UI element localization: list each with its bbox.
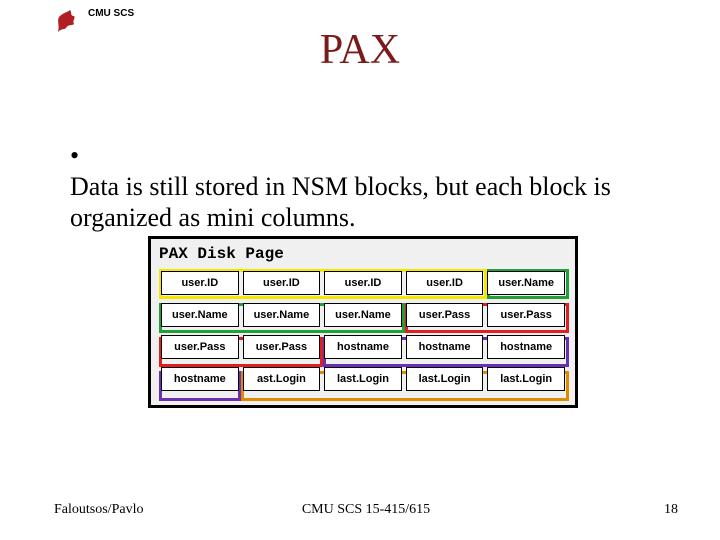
footer-center: CMU SCS 15-415/615 xyxy=(54,502,678,518)
bullet-item: • Data is still stored in NSM blocks, bu… xyxy=(70,140,660,234)
table-cell: user.Name xyxy=(161,303,239,327)
table-cell: hostname xyxy=(487,335,565,359)
table-cell: last.Login xyxy=(406,367,484,391)
table-cell: last.Login xyxy=(324,367,402,391)
table-cell: user.Pass xyxy=(161,335,239,359)
table-cell: user.ID xyxy=(406,271,484,295)
table-cell: user.Name xyxy=(487,271,565,295)
table-cell: last.Login xyxy=(487,367,565,391)
pax-disk-page-box: PAX Disk Page user.IDuser.IDuser.IDuser.… xyxy=(148,236,578,408)
table-cell: user.ID xyxy=(161,271,239,295)
table-cell: user.ID xyxy=(243,271,321,295)
org-label: CMU SCS xyxy=(88,8,134,19)
bullet-dot: • xyxy=(70,140,88,171)
table-cell: user.ID xyxy=(324,271,402,295)
table-cell: hostname xyxy=(161,367,239,391)
table-row: user.Passuser.Passhostnamehostnamehostna… xyxy=(159,331,567,363)
table-cell: user.Name xyxy=(243,303,321,327)
pax-grid: user.IDuser.IDuser.IDuser.IDuser.Nameuse… xyxy=(159,267,567,395)
table-cell: hostname xyxy=(406,335,484,359)
table-cell: user.Pass xyxy=(487,303,565,327)
table-cell: hostname xyxy=(324,335,402,359)
table-cell: user.Pass xyxy=(406,303,484,327)
table-row: user.IDuser.IDuser.IDuser.IDuser.Name xyxy=(159,267,567,299)
table-row: hostnameast.Loginlast.Loginlast.Loginlas… xyxy=(159,363,567,395)
table-cell: ast.Login xyxy=(243,367,321,391)
pax-box-title: PAX Disk Page xyxy=(159,245,567,263)
slide-footer: Faloutsos/Pavlo CMU SCS 15-415/615 18 xyxy=(54,502,678,518)
slide-title: PAX xyxy=(0,26,720,74)
table-cell: user.Name xyxy=(324,303,402,327)
table-row: user.Nameuser.Nameuser.Nameuser.Passuser… xyxy=(159,299,567,331)
table-cell: user.Pass xyxy=(243,335,321,359)
bullet-text: Data is still stored in NSM blocks, but … xyxy=(70,171,638,233)
